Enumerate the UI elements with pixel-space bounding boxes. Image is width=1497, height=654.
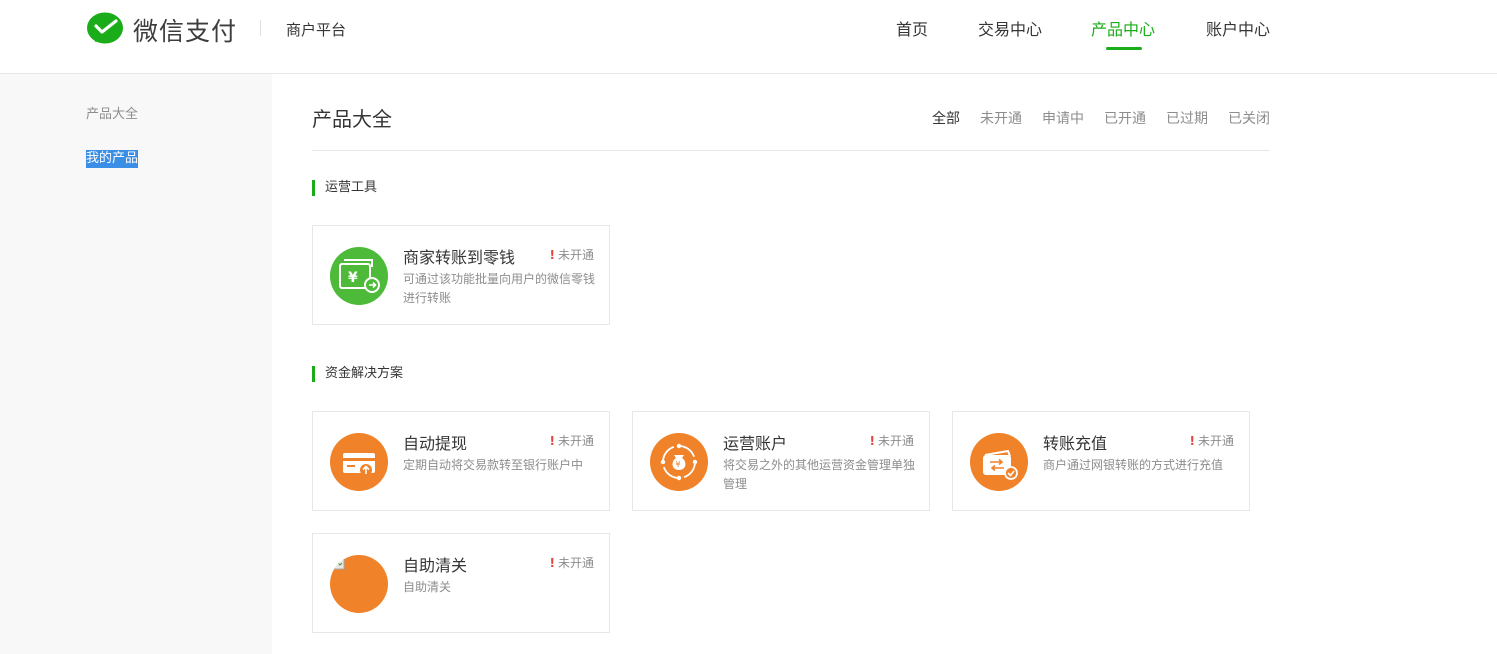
product-card-self-customs[interactable]: 自助清关 ! 未开通 自助清关 [312,533,610,633]
card-withdraw-icon [330,433,388,491]
nav-active-indicator [1106,47,1142,50]
status-badge: ! 未开通 [550,432,595,449]
status-badge: ! 未开通 [870,432,915,449]
page-title: 产品大全 [312,107,392,131]
product-description: 定期自动将交易款转至银行账户中 [403,458,584,472]
svg-text:¥: ¥ [676,460,681,469]
status-text: 未开通 [557,556,594,570]
top-header: 微信支付 商户平台 首页 交易中心 产品中心 账户中心 [0,0,1497,74]
filter-applying[interactable]: 申请中 [1042,108,1084,128]
nav-home[interactable]: 首页 [896,16,928,40]
warning-icon: ! [869,434,875,448]
nav-account-center[interactable]: 账户中心 [1206,16,1270,40]
broken-image-icon [330,555,388,613]
sidebar: 产品大全 我的产品 [0,74,272,654]
product-card-transfer-recharge[interactable]: 转账充值 ! 未开通 商户通过网银转账的方式进行充值 [952,411,1250,511]
product-name: 运营账户 [723,434,788,453]
money-bag-icon: ¥ [650,433,708,491]
status-badge: ! 未开通 [1190,432,1235,449]
brand-divider [260,20,261,36]
filter-opened[interactable]: 已开通 [1104,108,1146,128]
product-description: 将交易之外的其他运营资金管理单独管理 [723,458,916,491]
product-card-auto-withdraw[interactable]: 自动提现 ! 未开通 定期自动将交易款转至银行账户中 [312,411,610,511]
sidebar-item-my-products[interactable]: 我的产品 [86,150,139,168]
warning-icon: ! [549,248,555,262]
nav-trade-center[interactable]: 交易中心 [978,16,1042,40]
title-divider [312,150,1270,151]
svg-text:¥: ¥ [348,270,358,286]
product-name: 自助清关 [403,556,468,575]
status-text: 未开通 [1197,434,1234,448]
filter-expired[interactable]: 已过期 [1166,108,1208,128]
status-text: 未开通 [877,434,914,448]
wallet-transfer-icon: ¥ [330,247,388,305]
warning-icon: ! [549,556,555,570]
product-card-operating-account[interactable]: ¥ 运营账户 ! 未开通 将交易之外的其他运营资金管理单独管理 [632,411,930,511]
nav-product-center[interactable]: 产品中心 [1091,16,1155,40]
status-text: 未开通 [557,434,594,448]
product-description: 可通过该功能批量向用户的微信零钱进行转账 [403,272,596,305]
section-title-fund-solutions: 资金解决方案 [312,366,403,382]
product-description: 自助清关 [403,580,452,594]
filter-all[interactable]: 全部 [932,108,960,128]
wallet-recharge-icon [970,433,1028,491]
brand-name[interactable]: 微信支付 [133,12,237,48]
product-name: 自动提现 [403,434,468,453]
platform-name: 商户平台 [286,21,347,39]
product-description: 商户通过网银转账的方式进行充值 [1043,458,1224,472]
wechat-pay-logo-icon[interactable] [86,12,124,46]
filter-not-opened[interactable]: 未开通 [980,108,1022,128]
warning-icon: ! [1189,434,1195,448]
warning-icon: ! [549,434,555,448]
sidebar-item-all-products[interactable]: 产品大全 [86,106,138,124]
filter-closed[interactable]: 已关闭 [1228,108,1270,128]
product-name: 商家转账到零钱 [403,248,516,267]
status-badge: ! 未开通 [550,554,595,571]
section-title-operation-tools: 运营工具 [312,180,377,196]
status-text: 未开通 [557,248,594,262]
product-card-merchant-transfer[interactable]: ¥ 商家转账到零钱 ! 未开通 可通过该功能批量向用户的微信零钱进行转账 [312,225,610,325]
status-badge: ! 未开通 [550,246,595,263]
product-name: 转账充值 [1043,434,1108,453]
